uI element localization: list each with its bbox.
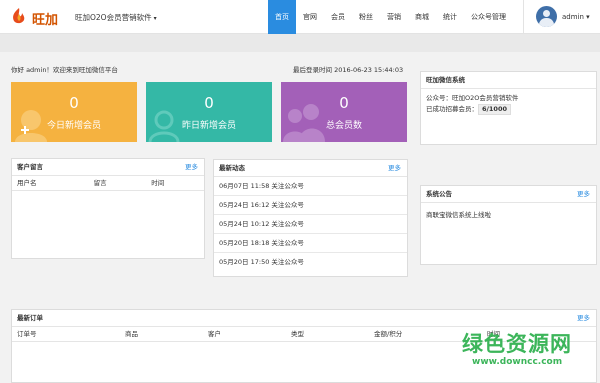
stat-label: 昨日新增会员 bbox=[181, 121, 236, 131]
nav-item-home[interactable]: 首页 bbox=[268, 0, 296, 34]
chevron-down-icon: ▾ bbox=[153, 15, 157, 22]
header-strip bbox=[0, 34, 600, 52]
more-link[interactable]: 更多 bbox=[577, 310, 590, 327]
app-switcher-dropdown[interactable]: 旺加O2O会员营销软件 ▾ bbox=[75, 12, 157, 23]
user-icon bbox=[148, 110, 180, 142]
panel-header: 最新订单 更多 bbox=[12, 310, 596, 327]
logo-flame-icon bbox=[13, 8, 25, 24]
nav-item-marketing[interactable]: 营销 bbox=[380, 0, 408, 34]
watermark-text: 绿色资源网 bbox=[462, 332, 572, 356]
column-header: 金额/积分 bbox=[374, 330, 403, 338]
more-link[interactable]: 更多 bbox=[577, 186, 590, 203]
column-header: 订单号 bbox=[17, 330, 37, 338]
watermark: 绿色资源网 www.downcc.com bbox=[462, 328, 597, 378]
stat-value: 0 bbox=[339, 94, 349, 112]
panel-title: 旺加微信系统 bbox=[426, 76, 465, 84]
chevron-down-icon: ▾ bbox=[586, 13, 590, 21]
users-group-icon bbox=[283, 104, 325, 142]
list-item[interactable]: 05月24日 16:12 关注公众号 bbox=[214, 196, 407, 215]
more-link[interactable]: 更多 bbox=[388, 160, 401, 177]
nav-item-statistics[interactable]: 统计 bbox=[436, 0, 464, 34]
customer-messages-panel: 客户留言 更多 用户名 留言 时间 bbox=[11, 158, 205, 259]
welcome-text: 你好 admin！欢迎来到旺加微信平台 bbox=[11, 66, 118, 74]
nav-item-members[interactable]: 会员 bbox=[324, 0, 352, 34]
more-link[interactable]: 更多 bbox=[185, 159, 198, 176]
logo-text: 旺加 bbox=[32, 13, 59, 28]
panel-title: 系统公告 bbox=[426, 190, 452, 198]
latest-activity-panel: 最新动态 更多 06月07日 11:58 关注公众号 05月24日 16:12 … bbox=[213, 159, 408, 277]
column-header: 留言 bbox=[93, 179, 107, 187]
nav-item-account-management[interactable]: 公众号管理 bbox=[464, 0, 513, 34]
panel-header: 系统公告 更多 bbox=[421, 186, 596, 203]
column-header: 客户 bbox=[208, 330, 221, 338]
table-header: 用户名 留言 时间 bbox=[12, 176, 204, 191]
wechat-system-panel: 旺加微信系统 公众号：旺加O2O会员营销软件 已成功招募会员： 6/1000 bbox=[420, 71, 597, 145]
stat-label: 总会员数 bbox=[325, 121, 362, 131]
panel-title: 最新订单 bbox=[17, 314, 43, 322]
panel-header: 客户留言 更多 bbox=[12, 159, 204, 176]
panel-header: 旺加微信系统 bbox=[421, 72, 596, 89]
column-header: 用户名 bbox=[17, 179, 37, 187]
system-notice-panel: 系统公告 更多 商联宝微信系统上线啦 bbox=[420, 185, 597, 265]
watermark-url: www.downcc.com bbox=[472, 357, 563, 367]
nav-item-mall[interactable]: 商城 bbox=[408, 0, 436, 34]
list-item[interactable]: 05月20日 17:50 关注公众号 bbox=[214, 253, 407, 272]
brand-logo[interactable]: 旺加 bbox=[6, 5, 68, 31]
nav-item-fans[interactable]: 粉丝 bbox=[352, 0, 380, 34]
column-header: 商品 bbox=[125, 330, 138, 338]
members-label: 已成功招募会员： bbox=[426, 105, 478, 113]
stat-card-total-members[interactable]: 0 总会员数 bbox=[281, 82, 407, 142]
panel-title: 最新动态 bbox=[219, 164, 245, 172]
list-item[interactable]: 06月07日 11:58 关注公众号 bbox=[214, 177, 407, 196]
notice-item[interactable]: 商联宝微信系统上线啦 bbox=[421, 203, 596, 225]
user-menu[interactable]: admin ▾ bbox=[523, 0, 600, 34]
stat-value: 0 bbox=[69, 94, 79, 112]
panel-title: 客户留言 bbox=[17, 163, 43, 171]
last-login-time: 最后登录时间 2016-06-23 15:44:03 bbox=[293, 66, 404, 74]
panel-header: 最新动态 更多 bbox=[214, 160, 407, 177]
stat-card-today-new-members[interactable]: 0 今日新增会员 bbox=[11, 82, 137, 142]
main-nav: 首页 官网 会员 粉丝 营销 商城 统计 公众号管理 bbox=[268, 0, 513, 34]
add-user-icon bbox=[15, 110, 47, 142]
account-line: 公众号：旺加O2O会员营销软件 bbox=[426, 94, 519, 102]
stat-value: 0 bbox=[204, 94, 214, 112]
top-bar: 旺加 旺加O2O会员营销软件 ▾ 首页 官网 会员 粉丝 营销 商城 统计 公众号… bbox=[0, 0, 600, 34]
column-header: 时间 bbox=[151, 179, 165, 187]
stat-card-yesterday-new-members[interactable]: 0 昨日新增会员 bbox=[146, 82, 272, 142]
column-header: 类型 bbox=[291, 330, 304, 338]
user-avatar-icon bbox=[536, 6, 557, 27]
app-switcher-label: 旺加O2O会员营销软件 bbox=[75, 13, 152, 22]
user-name: admin bbox=[562, 13, 584, 21]
list-item[interactable]: 05月20日 18:18 关注公众号 bbox=[214, 234, 407, 253]
stat-label: 今日新增会员 bbox=[46, 121, 101, 131]
nav-item-website[interactable]: 官网 bbox=[296, 0, 324, 34]
members-count-badge: 6/1000 bbox=[478, 104, 511, 115]
list-item[interactable]: 05月24日 10:12 关注公众号 bbox=[214, 215, 407, 234]
